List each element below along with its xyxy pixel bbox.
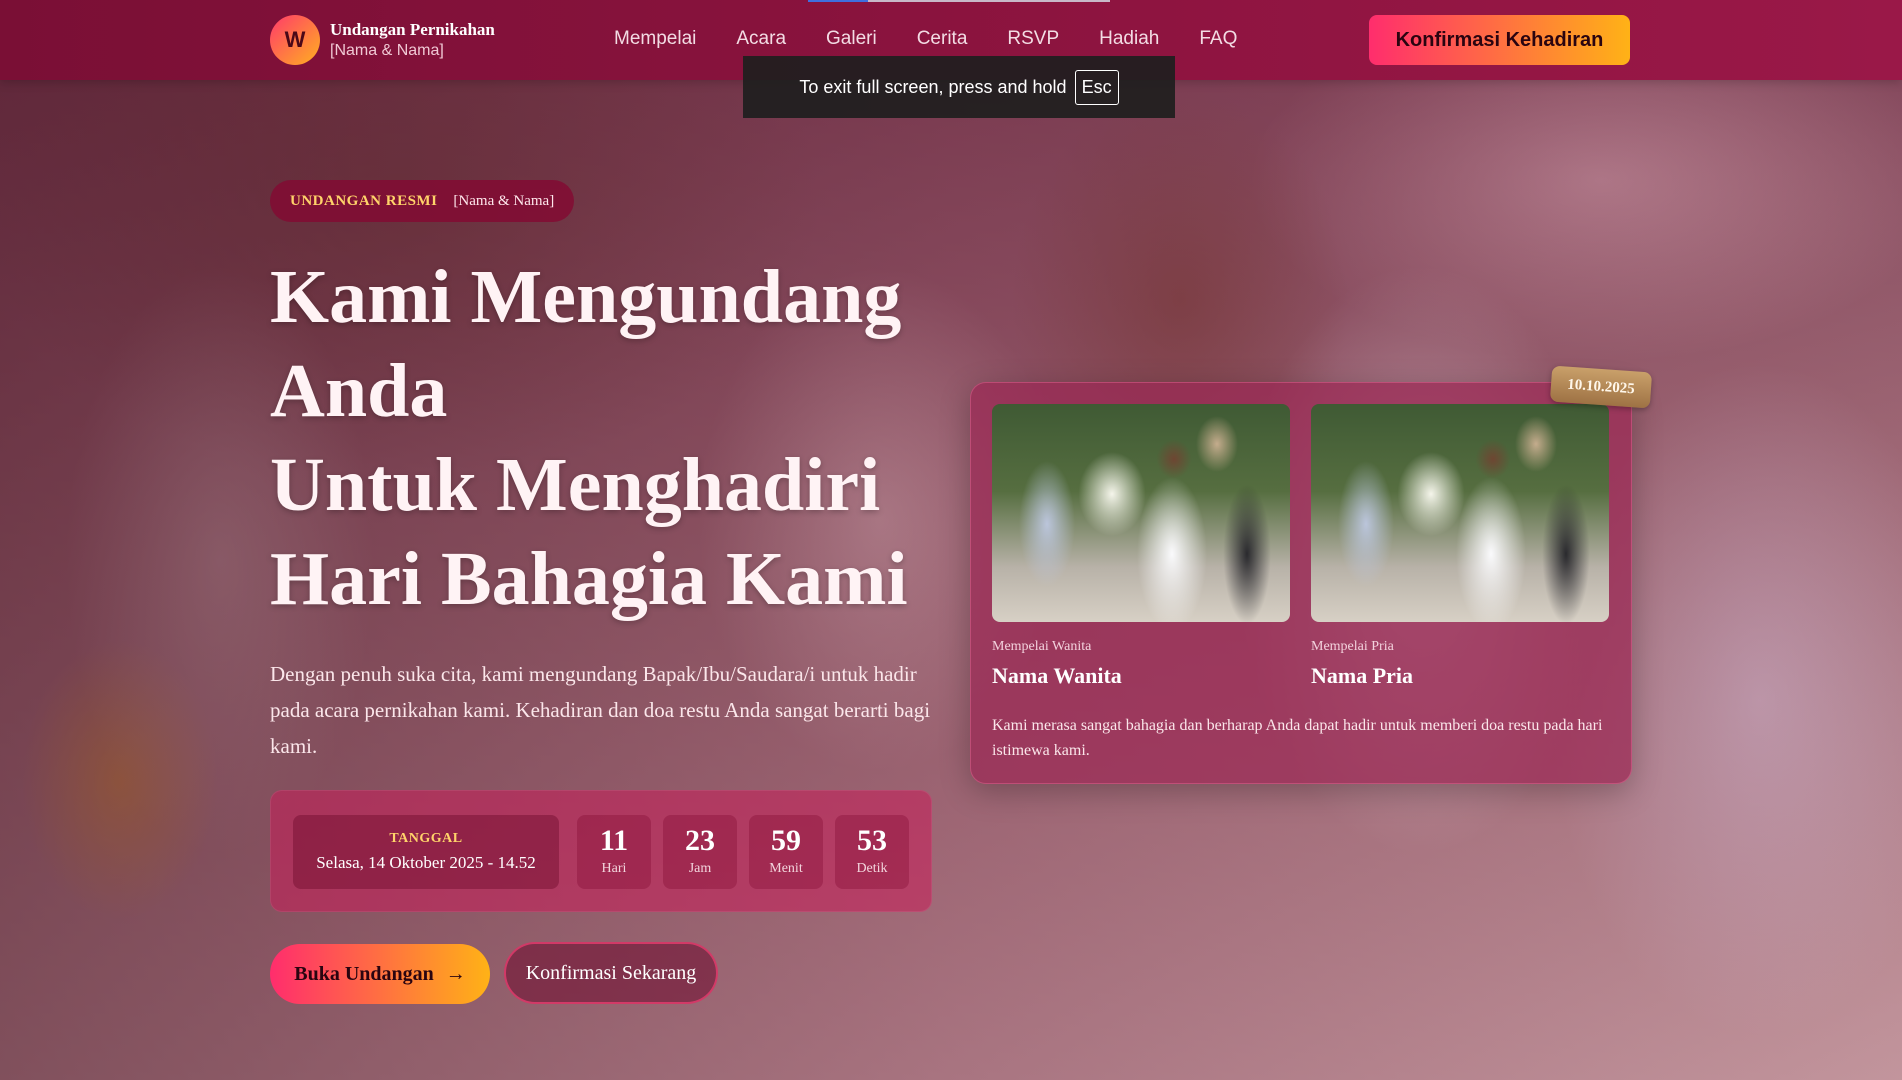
fullscreen-indicator-bar bbox=[808, 0, 1110, 2]
logo-subtitle: [Nama & Nama] bbox=[330, 42, 444, 59]
countdown-minutes-label: Menit bbox=[769, 861, 803, 876]
esc-key-hint: Esc bbox=[1074, 69, 1119, 105]
fullscreen-exit-toast: To exit full screen, press and hold Esc bbox=[743, 56, 1175, 118]
confirm-attendance-button[interactable]: Konfirmasi Kehadiran bbox=[1369, 15, 1630, 65]
nav-faq[interactable]: FAQ bbox=[1199, 28, 1237, 50]
nav-galeri[interactable]: Galeri bbox=[826, 28, 877, 50]
event-date-box: TANGGAL Selasa, 14 Oktober 2025 - 14.52 bbox=[293, 815, 559, 889]
hero-title-line-2: Anda bbox=[270, 349, 448, 433]
countdown-seconds: 53 Detik bbox=[835, 815, 909, 889]
countdown-hours-value: 23 bbox=[685, 824, 715, 857]
countdown-days-label: Hari bbox=[601, 861, 627, 876]
toast-message: To exit full screen, press and hold bbox=[799, 76, 1067, 97]
countdown-minutes: 59 Menit bbox=[749, 815, 823, 889]
nav-cerita[interactable]: Cerita bbox=[917, 28, 968, 50]
event-date-value: Selasa, 14 Oktober 2025 - 14.52 bbox=[316, 853, 536, 872]
logo-title[interactable]: Undangan Pernikahan bbox=[330, 20, 495, 40]
arrow-right-icon: → bbox=[445, 962, 466, 985]
bride-photo bbox=[992, 404, 1290, 622]
badge-names: [Nama & Nama] bbox=[453, 192, 555, 209]
countdown-seconds-value: 53 bbox=[857, 824, 887, 857]
nav-hadiah[interactable]: Hadiah bbox=[1099, 28, 1159, 50]
couple-card: Mempelai Wanita Nama Wanita Mempelai Pri… bbox=[970, 382, 1632, 784]
countdown-days-value: 11 bbox=[599, 824, 629, 857]
badge-label: UNDANGAN RESMI bbox=[290, 192, 438, 209]
logo-badge[interactable]: W bbox=[270, 15, 320, 65]
hero-title-line-1: Kami Mengundang bbox=[270, 255, 902, 339]
hero-title-line-4: Hari Bahagia Kami bbox=[270, 537, 908, 621]
bride-label: Mempelai Wanita bbox=[992, 639, 1092, 654]
nav-rsvp[interactable]: RSVP bbox=[1007, 28, 1059, 50]
couple-message: Kami merasa sangat bahagia dan berharap … bbox=[992, 717, 1603, 759]
countdown-minutes-value: 59 bbox=[771, 824, 801, 857]
wedding-date-tag: 10.10.2025 bbox=[1549, 365, 1653, 409]
countdown-hours-label: Jam bbox=[688, 861, 712, 876]
confirm-now-button[interactable]: Konfirmasi Sekarang bbox=[504, 942, 718, 1004]
groom-photo bbox=[1311, 404, 1609, 622]
official-invitation-badge: UNDANGAN RESMI [Nama & Nama] bbox=[270, 180, 575, 222]
groom-label: Mempelai Pria bbox=[1311, 639, 1394, 654]
event-date-label: TANGGAL bbox=[389, 831, 463, 846]
countdown-hours: 23 Jam bbox=[663, 815, 737, 889]
groom-name: Nama Pria bbox=[1311, 663, 1414, 688]
countdown-seconds-label: Detik bbox=[856, 861, 888, 876]
hero-description: Dengan penuh suka cita, kami mengundang … bbox=[270, 662, 931, 758]
open-invitation-label: Buka Undangan bbox=[294, 962, 434, 985]
nav-mempelai[interactable]: Mempelai bbox=[614, 28, 696, 50]
hero-title: Kami Mengundang Anda Untuk Menghadiri Ha… bbox=[270, 250, 990, 626]
countdown-days: 11 Hari bbox=[577, 815, 651, 889]
main-nav: Mempelai Acara Galeri Cerita RSVP Hadiah… bbox=[614, 28, 1237, 50]
open-invitation-button[interactable]: Buka Undangan → bbox=[270, 944, 490, 1004]
hero-title-line-3: Untuk Menghadiri bbox=[270, 443, 881, 527]
fullscreen-indicator-segment bbox=[808, 0, 868, 2]
countdown-panel: TANGGAL Selasa, 14 Oktober 2025 - 14.52 … bbox=[270, 790, 932, 912]
nav-acara[interactable]: Acara bbox=[736, 28, 786, 50]
bride-name: Nama Wanita bbox=[992, 663, 1122, 688]
